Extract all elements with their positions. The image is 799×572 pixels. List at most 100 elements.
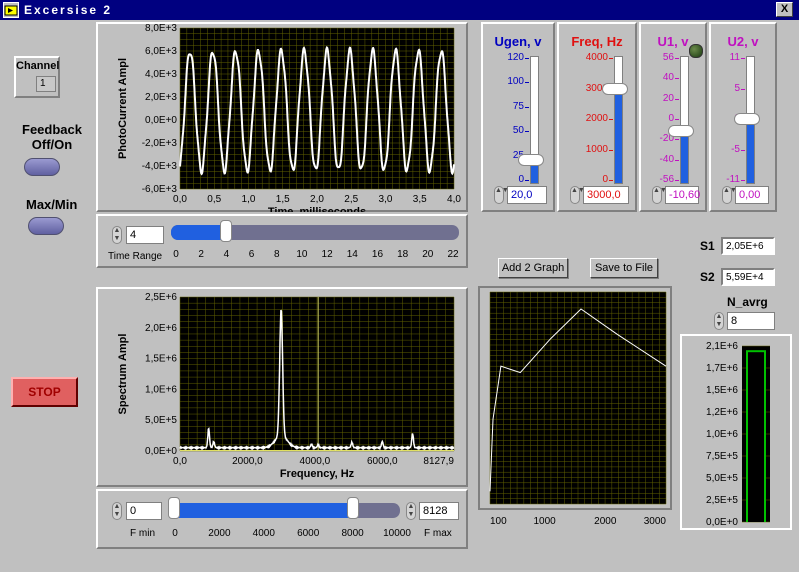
time-range-tick: 12 (321, 249, 333, 260)
spectrum-xtick: 4000,0 (300, 456, 331, 467)
slider-spinner[interactable]: ▲▼ (652, 186, 667, 204)
slider-value-input[interactable]: -10,60 (665, 186, 700, 204)
slider-tick: 0 (668, 113, 674, 124)
fmax-thumb[interactable] (347, 497, 359, 519)
time-ytick: 6,0E+3 (145, 46, 177, 57)
xy-xtick: 1000 (533, 516, 556, 527)
time-range-track[interactable] (171, 225, 459, 240)
slider-value-input[interactable]: 0,00 (735, 186, 769, 204)
slider-tick: 20 (662, 92, 674, 104)
freq-range-tick: 6000 (297, 528, 320, 539)
time-range-tick: 16 (371, 249, 384, 260)
add-graph-button[interactable]: Add 2 Graph (498, 258, 568, 278)
time-ytick: 4,0E+3 (145, 69, 177, 80)
spectrum-chart: 2,5E+62,0E+61,5E+61,0E+65,0E+50,0E+00,0 2… (117, 292, 455, 480)
slider-value-input[interactable]: 3000,0 (583, 186, 629, 204)
slider-spinner[interactable]: ▲▼ (570, 186, 585, 204)
spectrum-ylabel: Spectrum Ampl (117, 334, 129, 415)
stop-button[interactable]: STOP (11, 377, 78, 407)
time-range-tick: 18 (397, 249, 409, 260)
slider-tick-mark (609, 149, 613, 151)
slider-value-input[interactable]: 20,0 (507, 186, 547, 204)
slider-tick-mark (609, 119, 613, 120)
slider-tick: 75 (512, 100, 524, 112)
slider-tick-mark (525, 131, 529, 133)
status-led-icon (689, 44, 703, 58)
time-range-tick: 2 (198, 249, 204, 260)
spectrum-xlabel: Frequency, Hz (280, 468, 355, 480)
slider-tick: -11 (726, 174, 740, 185)
slider-tick-mark (675, 78, 679, 80)
slider-tick: 40 (662, 72, 674, 84)
slider-tick: 0 (602, 174, 608, 185)
freq-range-track[interactable] (172, 503, 400, 518)
time-range-tick: 4 (223, 249, 230, 260)
slider-tick-mark (525, 82, 529, 84)
time-range-tick: 6 (248, 249, 255, 260)
slider-tick-mark (525, 58, 529, 59)
freq-range-tick: 10000 (383, 528, 411, 539)
time-range-thumb[interactable] (220, 220, 233, 242)
time-xtick: 3,5 (413, 194, 427, 205)
time-xlabel: Time, milliseconds (268, 206, 366, 212)
s2-value: 5,59E+4 (721, 268, 775, 286)
app-icon (3, 2, 19, 18)
close-button[interactable]: X (776, 2, 793, 17)
slider-thumb[interactable] (734, 113, 760, 125)
xy-xtick: 100 (490, 516, 507, 527)
xy-xtick: 2000 (594, 516, 617, 527)
fmin-input[interactable]: 0 (126, 502, 162, 520)
maxmin-label: Max/Min (26, 197, 78, 212)
spectrum-ytick: 1,0E+6 (145, 384, 177, 395)
slider-spinner[interactable]: ▲▼ (722, 186, 737, 204)
slider-tick: 5 (734, 82, 740, 94)
meter-ytick: 7,5E+5 (706, 451, 738, 462)
s1-value: 2,05E+6 (721, 237, 775, 255)
slider-tick: 50 (512, 125, 524, 137)
time-range-spinner[interactable]: ▲ ▼ (112, 226, 122, 244)
meter-bar-inner (748, 352, 764, 522)
slider-tick: 56 (662, 52, 674, 63)
slider-tick: 120 (507, 52, 524, 63)
time-xtick: 0,0 (173, 194, 187, 205)
slider-tick-mark (609, 180, 613, 181)
fmax-input[interactable]: 8128 (419, 502, 459, 520)
slider-thumb[interactable] (602, 82, 628, 95)
slider-tick: 11 (729, 52, 740, 63)
time-ytick: 0,0E+0 (145, 115, 177, 126)
slider-tick-mark (675, 58, 679, 59)
meter-ytick: 1,0E+6 (706, 429, 738, 440)
spectrum-xtick: 2000,0 (232, 456, 263, 467)
slider-spinner[interactable]: ▲▼ (494, 186, 509, 204)
meter-ytick: 1,7E+6 (706, 363, 738, 374)
time-range-fill (171, 225, 227, 240)
time-range-tick: 10 (296, 249, 308, 260)
maxmin-toggle[interactable] (28, 217, 64, 235)
slider-tick: 4000 (585, 52, 608, 63)
fmin-thumb[interactable] (168, 497, 180, 519)
save-to-file-button[interactable]: Save to File (590, 258, 658, 278)
fmin-label: F min (130, 528, 155, 539)
time-range-input[interactable]: 4 (126, 226, 164, 244)
n-avrg-input[interactable]: 8 (727, 312, 775, 330)
meter-ytick: 5,0E+5 (706, 473, 738, 484)
fmax-spinner[interactable]: ▲ ▼ (406, 502, 416, 520)
slider-thumb[interactable] (518, 153, 544, 166)
slider-tick-mark (675, 159, 679, 161)
time-xtick: 1,0 (242, 194, 256, 205)
slider-tick-mark (675, 119, 679, 120)
feedback-toggle[interactable] (24, 158, 60, 176)
s1-label: S1 (700, 239, 715, 253)
meter-ytick: 2,1E+6 (706, 341, 738, 352)
time-range-tick: 14 (346, 249, 358, 260)
slider-thumb[interactable] (668, 124, 694, 137)
time-xtick: 0,5 (207, 194, 221, 205)
slider-fill (681, 130, 688, 183)
n-avrg-label: N_avrg (727, 295, 768, 309)
n-avrg-spinner[interactable]: ▲ ▼ (714, 312, 724, 330)
slider-tick-mark (609, 58, 613, 59)
title-bar: Excersise 2 X (0, 0, 799, 20)
slider-tick: 0 (518, 174, 524, 185)
fmin-spinner[interactable]: ▲ ▼ (112, 502, 122, 520)
channel-value[interactable]: 1 (36, 76, 56, 92)
